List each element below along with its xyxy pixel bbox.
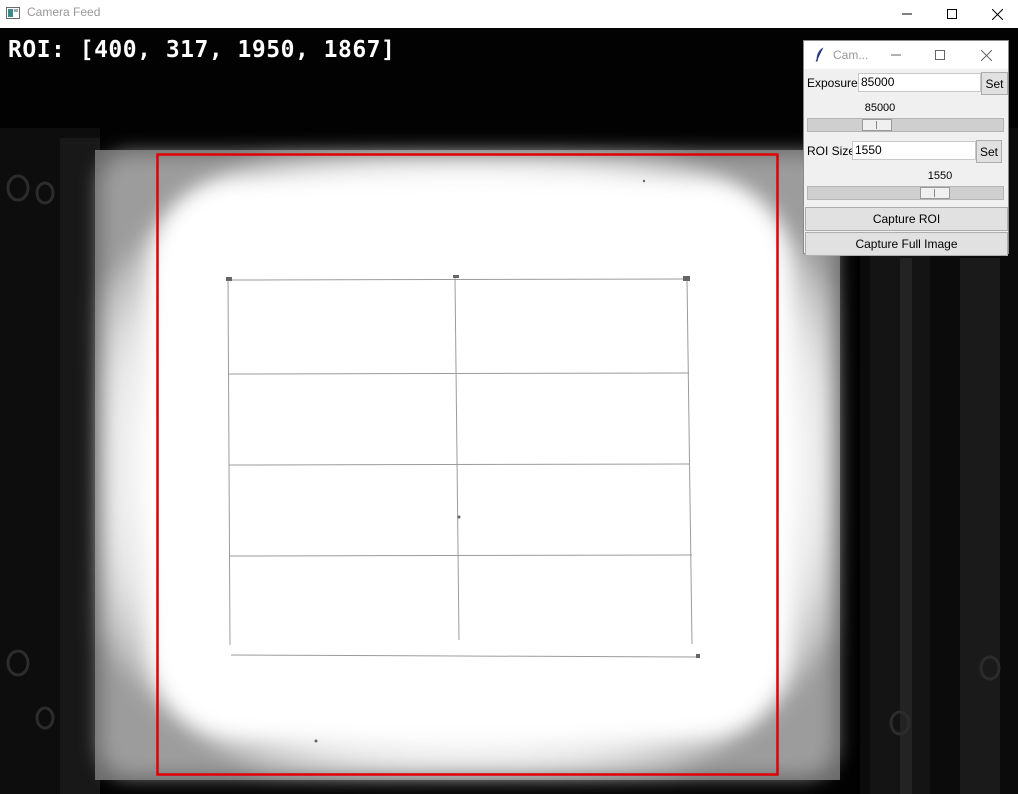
roi-size-label: ROI Size [807, 144, 856, 158]
roi-readout: ROI: [400, 317, 1950, 1867] [8, 37, 396, 63]
close-button[interactable] [974, 0, 1018, 28]
minimize-icon [902, 13, 912, 15]
app-icon [6, 7, 20, 19]
window-title: Camera Feed [27, 5, 101, 19]
control-window-title: Cam... [833, 48, 869, 62]
roi-size-set-button[interactable]: Set [976, 140, 1002, 163]
exposure-slider[interactable] [807, 118, 1004, 132]
maximize-icon [935, 50, 945, 60]
minimize-button[interactable] [884, 0, 930, 28]
control-minimize-button[interactable] [876, 41, 916, 69]
control-window: Cam... Exposure 85000 Set 85000 ROI Size… [803, 40, 1009, 256]
close-icon [991, 8, 1003, 20]
control-window-titlebar: Cam... [804, 41, 1008, 69]
exposure-scale-value: 85000 [864, 102, 896, 114]
control-maximize-button[interactable] [920, 41, 960, 69]
exposure-slider-thumb[interactable] [862, 119, 892, 131]
capture-full-image-button[interactable]: Capture Full Image [805, 232, 1008, 256]
roi-size-slider[interactable] [807, 186, 1004, 200]
main-titlebar: Camera Feed [0, 0, 1018, 28]
maximize-icon [947, 9, 957, 19]
control-close-button[interactable] [966, 41, 1006, 69]
exposure-input[interactable]: 85000 [858, 73, 981, 92]
exposure-set-button[interactable]: Set [981, 72, 1008, 95]
minimize-icon [891, 54, 901, 56]
exposure-label: Exposure [807, 76, 858, 90]
roi-size-input[interactable]: 1550 [852, 141, 976, 160]
close-icon [980, 49, 992, 61]
feather-icon [815, 47, 824, 62]
roi-size-slider-thumb[interactable] [920, 187, 950, 199]
capture-roi-button[interactable]: Capture ROI [805, 207, 1008, 231]
maximize-button[interactable] [929, 0, 975, 28]
roi-size-scale-value: 1550 [927, 170, 953, 182]
